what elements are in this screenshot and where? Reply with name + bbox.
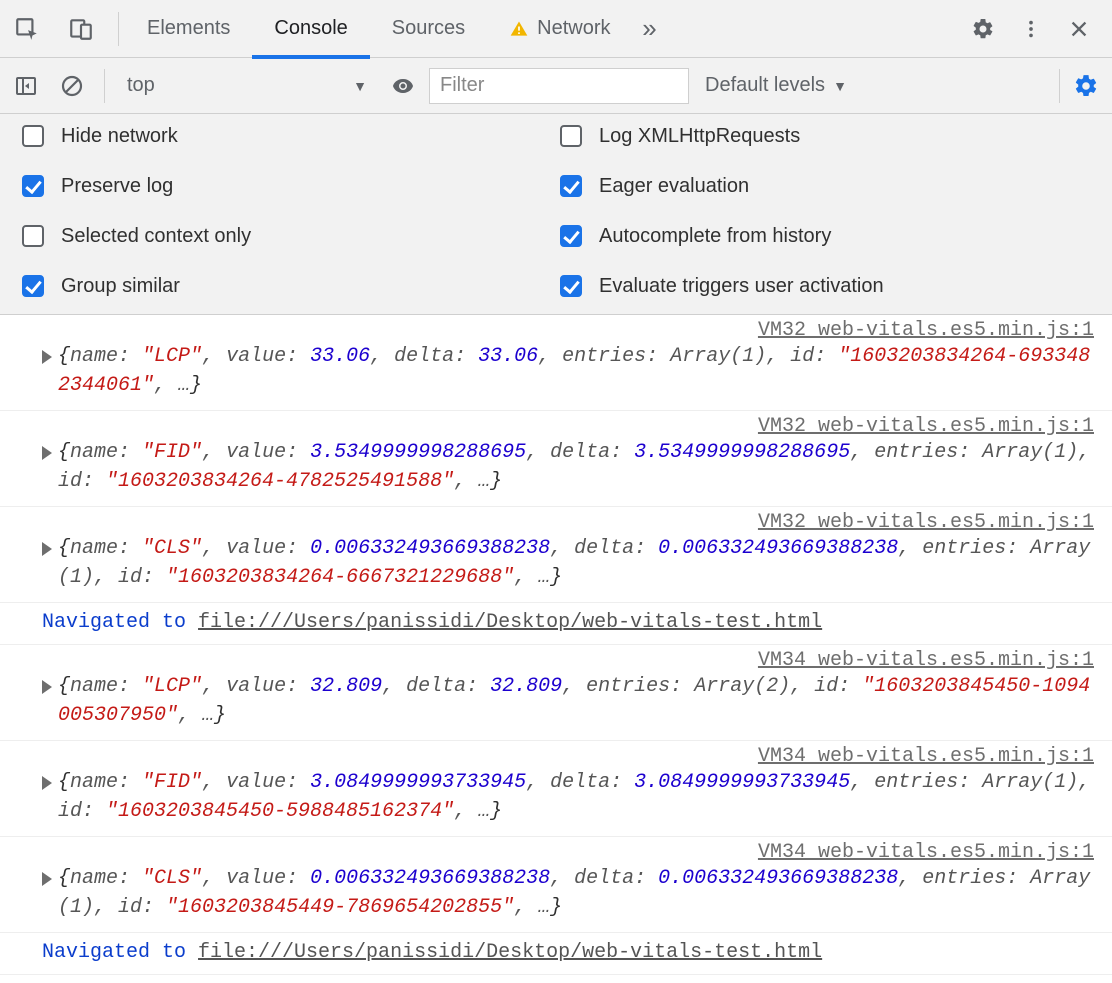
console-log-row: VM34 web-vitals.es5.min.js:1{name: "FID"… <box>0 741 1112 837</box>
console-log-row: VM34 web-vitals.es5.min.js:1{name: "CLS"… <box>0 837 1112 933</box>
object-preview: {name: "CLS", value: 0.00633249366938823… <box>58 864 1098 922</box>
checkbox-input[interactable] <box>560 225 582 247</box>
console-output: VM32 web-vitals.es5.min.js:1{name: "LCP"… <box>0 315 1112 975</box>
source-link[interactable]: VM32 web-vitals.es5.min.js:1 <box>14 415 1098 438</box>
console-toolbar: top ▼ Default levels ▼ <box>0 58 1112 114</box>
object-preview: {name: "CLS", value: 0.00633249366938823… <box>58 534 1098 592</box>
logged-object[interactable]: {name: "FID", value: 3.0849999993733945,… <box>14 768 1098 826</box>
tab-elements[interactable]: Elements <box>125 0 252 58</box>
log-levels-selector[interactable]: Default levels ▼ <box>695 74 857 97</box>
kebab-menu-icon[interactable] <box>1008 0 1054 58</box>
context-selector-value: top <box>127 74 155 97</box>
inspect-element-icon[interactable] <box>4 0 50 58</box>
checkbox-input[interactable] <box>22 125 44 147</box>
source-link[interactable]: VM34 web-vitals.es5.min.js:1 <box>14 841 1098 864</box>
object-preview: {name: "LCP", value: 32.809, delta: 32.8… <box>58 672 1098 730</box>
filter-input[interactable] <box>429 68 689 104</box>
panel-tabs: Elements Console Sources Network » <box>125 0 667 58</box>
source-link[interactable]: VM32 web-vitals.es5.min.js:1 <box>14 511 1098 534</box>
logged-object[interactable]: {name: "FID", value: 3.5349999998288695,… <box>14 438 1098 496</box>
checkbox-log-xhr[interactable]: Log XMLHttpRequests <box>556 122 1094 150</box>
expand-icon[interactable] <box>42 350 52 364</box>
checkbox-selected-context[interactable]: Selected context only <box>18 222 556 250</box>
console-log-row: VM32 web-vitals.es5.min.js:1{name: "CLS"… <box>0 507 1112 603</box>
tab-strip-left <box>4 0 125 58</box>
nav-lead: Navigated to <box>42 941 198 964</box>
navigation-message: Navigated to file:///Users/panissidi/Des… <box>0 933 1112 975</box>
tab-sources[interactable]: Sources <box>370 0 487 58</box>
chevron-down-icon: ▼ <box>833 78 847 94</box>
logged-object[interactable]: {name: "LCP", value: 33.06, delta: 33.06… <box>14 342 1098 400</box>
toggle-sidebar-icon[interactable] <box>6 58 46 114</box>
nav-lead: Navigated to <box>42 611 198 634</box>
tab-network[interactable]: Network <box>487 0 632 58</box>
tab-strip-right <box>960 0 1108 58</box>
more-tabs-icon[interactable]: » <box>633 0 667 58</box>
object-preview: {name: "FID", value: 3.5349999998288695,… <box>58 438 1098 496</box>
device-toolbar-icon[interactable] <box>58 0 104 58</box>
console-settings-panel: Hide network Log XMLHttpRequests Preserv… <box>0 114 1112 315</box>
console-log-row: VM32 web-vitals.es5.min.js:1{name: "FID"… <box>0 411 1112 507</box>
checkbox-hide-network[interactable]: Hide network <box>18 122 556 150</box>
separator <box>1059 69 1060 103</box>
tab-console[interactable]: Console <box>252 0 369 58</box>
checkbox-group-similar[interactable]: Group similar <box>18 272 556 300</box>
separator <box>104 69 105 103</box>
checkbox-input[interactable] <box>560 175 582 197</box>
source-link[interactable]: VM34 web-vitals.es5.min.js:1 <box>14 745 1098 768</box>
devtools-tab-strip: Elements Console Sources Network » <box>0 0 1112 58</box>
checkbox-eval-trigger[interactable]: Evaluate triggers user activation <box>556 272 1094 300</box>
checkbox-input[interactable] <box>560 125 582 147</box>
logged-object[interactable]: {name: "LCP", value: 32.809, delta: 32.8… <box>14 672 1098 730</box>
source-link[interactable]: VM32 web-vitals.es5.min.js:1 <box>14 319 1098 342</box>
warning-icon <box>509 19 529 39</box>
nav-url[interactable]: file:///Users/panissidi/Desktop/web-vita… <box>198 941 822 964</box>
context-selector[interactable]: top ▼ <box>117 68 377 104</box>
logged-object[interactable]: {name: "CLS", value: 0.00633249366938823… <box>14 864 1098 922</box>
expand-icon[interactable] <box>42 680 52 694</box>
separator <box>118 12 119 46</box>
expand-icon[interactable] <box>42 542 52 556</box>
console-settings-icon[interactable] <box>1066 58 1106 114</box>
source-link[interactable]: VM34 web-vitals.es5.min.js:1 <box>14 649 1098 672</box>
checkbox-input[interactable] <box>22 275 44 297</box>
console-log-row: VM32 web-vitals.es5.min.js:1{name: "LCP"… <box>0 315 1112 411</box>
clear-console-icon[interactable] <box>52 58 92 114</box>
settings-gear-icon[interactable] <box>960 0 1006 58</box>
close-devtools-icon[interactable] <box>1056 0 1102 58</box>
expand-icon[interactable] <box>42 446 52 460</box>
nav-url[interactable]: file:///Users/panissidi/Desktop/web-vita… <box>198 611 822 634</box>
object-preview: {name: "FID", value: 3.0849999993733945,… <box>58 768 1098 826</box>
expand-icon[interactable] <box>42 872 52 886</box>
checkbox-eager-eval[interactable]: Eager evaluation <box>556 172 1094 200</box>
checkbox-input[interactable] <box>560 275 582 297</box>
checkbox-autocomplete[interactable]: Autocomplete from history <box>556 222 1094 250</box>
chevron-down-icon: ▼ <box>353 78 367 94</box>
live-expression-icon[interactable] <box>383 58 423 114</box>
checkbox-input[interactable] <box>22 225 44 247</box>
console-log-row: VM34 web-vitals.es5.min.js:1{name: "LCP"… <box>0 645 1112 741</box>
expand-icon[interactable] <box>42 776 52 790</box>
logged-object[interactable]: {name: "CLS", value: 0.00633249366938823… <box>14 534 1098 592</box>
navigation-message: Navigated to file:///Users/panissidi/Des… <box>0 603 1112 645</box>
checkbox-preserve-log[interactable]: Preserve log <box>18 172 556 200</box>
checkbox-input[interactable] <box>22 175 44 197</box>
object-preview: {name: "LCP", value: 33.06, delta: 33.06… <box>58 342 1098 400</box>
